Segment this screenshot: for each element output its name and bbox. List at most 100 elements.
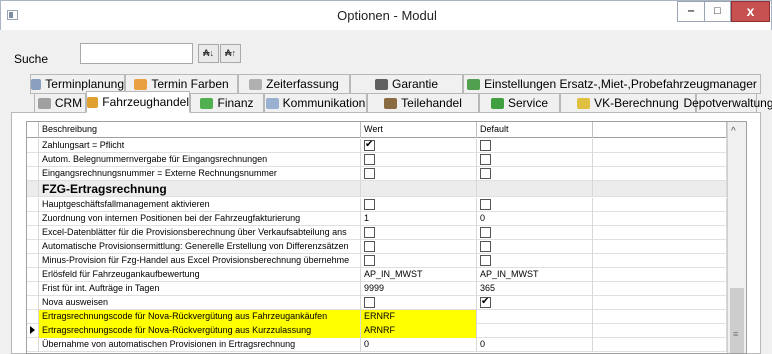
checkbox[interactable] — [480, 254, 491, 266]
tab-bottom-6[interactable]: VK-Berechnung — [560, 93, 696, 113]
table-row[interactable]: Autom. Belegnummernvergabe für Eingangsr… — [27, 153, 727, 167]
cell-value: 0 — [480, 339, 486, 349]
cell-wert[interactable] — [361, 198, 477, 212]
cell-default[interactable] — [477, 324, 593, 338]
cell-default[interactable]: AP_IN_MWST — [477, 268, 593, 282]
cell-wert[interactable] — [361, 181, 477, 197]
table-row[interactable]: Zahlungsart = Pflicht — [27, 139, 727, 153]
table-row[interactable]: Zuordnung von internen Positionen bei de… — [27, 212, 727, 226]
euro-icon — [577, 97, 591, 109]
search-input[interactable] — [80, 43, 193, 64]
table-row[interactable]: Ertragsrechnungscode für Nova-Rückvergüt… — [27, 310, 727, 324]
vertical-scrollbar[interactable]: ^ ≡ — [727, 122, 746, 353]
cell-beschreibung: Übernahme von automatischen Provisionen … — [39, 338, 361, 352]
minimize-button[interactable]: ‒ — [677, 1, 704, 22]
header-beschreibung[interactable]: Beschreibung — [39, 122, 361, 138]
header-extra[interactable] — [593, 122, 727, 138]
cell-wert[interactable]: 0 — [361, 338, 477, 352]
clock-icon — [249, 78, 263, 90]
tab-top-2[interactable]: Zeiterfassung — [238, 74, 350, 94]
tab-label: Teilehandel — [401, 96, 462, 110]
table-row[interactable]: Hauptgeschäftsfallmanagement aktivieren — [27, 198, 727, 212]
scroll-up-arrow-icon[interactable]: ^ — [731, 126, 736, 137]
cell-extra — [593, 167, 727, 181]
cell-default[interactable]: 0 — [477, 338, 593, 352]
row-indicator — [27, 254, 39, 268]
cell-wert[interactable]: 9999 — [361, 282, 477, 296]
checkbox[interactable] — [480, 153, 491, 165]
cell-wert[interactable] — [361, 240, 477, 254]
checkbox[interactable] — [480, 198, 491, 210]
search-label: Suche — [14, 52, 49, 66]
close-button[interactable]: x — [731, 1, 770, 22]
tab-bottom-0[interactable]: CRM — [34, 93, 86, 113]
checkbox[interactable] — [480, 139, 491, 151]
cell-default[interactable]: 365 — [477, 282, 593, 296]
cell-default[interactable] — [477, 153, 593, 167]
header-wert[interactable]: Wert — [361, 122, 477, 138]
row-indicator — [27, 240, 39, 254]
sort-ascending-button[interactable]: ₳↓ — [198, 44, 219, 63]
cell-wert[interactable] — [361, 153, 477, 167]
table-row[interactable]: Automatische Provisionsermittlung: Gener… — [27, 240, 727, 254]
cell-wert[interactable]: ARNRF — [361, 324, 477, 338]
cell-default[interactable] — [477, 198, 593, 212]
tab-bottom-1[interactable]: Fahrzeughandel — [86, 91, 190, 113]
checkbox[interactable] — [364, 153, 375, 165]
checkbox[interactable] — [364, 226, 375, 238]
tab-top-3[interactable]: Garantie — [350, 74, 463, 94]
table-row[interactable]: Nova ausweisen — [27, 296, 727, 310]
cell-wert[interactable] — [361, 226, 477, 240]
checkbox[interactable] — [364, 254, 375, 266]
cell-default[interactable] — [477, 240, 593, 254]
checkbox[interactable] — [480, 240, 491, 252]
table-row[interactable]: Excel-Datenblätter für die Provisionsber… — [27, 226, 727, 240]
checkbox[interactable] — [364, 296, 375, 308]
table-row[interactable]: Frist für int. Aufträge in Tagen 9999 365 — [27, 282, 727, 296]
table-row[interactable]: Ertragsrechnungscode für Nova-Rückvergüt… — [27, 324, 727, 338]
checkbox[interactable] — [480, 167, 491, 179]
cell-extra — [593, 282, 727, 296]
checkbox[interactable] — [480, 296, 491, 308]
cell-default[interactable] — [477, 139, 593, 153]
checkbox[interactable] — [364, 167, 375, 179]
cell-wert[interactable] — [361, 254, 477, 268]
cell-default[interactable]: 0 — [477, 212, 593, 226]
cell-value: 0 — [364, 339, 370, 349]
puzzle-icon — [467, 78, 481, 90]
section-row[interactable]: FZG-Ertragsrechnung — [27, 181, 727, 197]
sort-descending-button[interactable]: ₳↑ — [220, 44, 241, 63]
cell-default[interactable] — [477, 226, 593, 240]
cell-wert[interactable]: AP_IN_MWST — [361, 268, 477, 282]
tab-bottom-4[interactable]: Teilehandel — [367, 93, 479, 113]
scrollbar-thumb[interactable]: ≡ — [730, 288, 744, 353]
maximize-button[interactable]: □ — [704, 1, 731, 22]
cell-default[interactable] — [477, 167, 593, 181]
calendar-icon — [31, 78, 42, 90]
cell-wert[interactable] — [361, 296, 477, 310]
header-default[interactable]: Default — [477, 122, 593, 138]
tab-top-4[interactable]: Einstellungen Ersatz-,Miet-,Probefahrzeu… — [463, 74, 761, 94]
checkbox[interactable] — [364, 139, 375, 151]
tab-bottom-3[interactable]: Kommunikation — [264, 93, 367, 113]
table-row[interactable]: Minus-Provision für Fzg-Handel aus Excel… — [27, 254, 727, 268]
cell-default[interactable] — [477, 310, 593, 324]
cell-wert[interactable] — [361, 139, 477, 153]
cell-extra — [593, 296, 727, 310]
cell-wert[interactable] — [361, 167, 477, 181]
cell-default[interactable] — [477, 296, 593, 310]
tab-bottom-7[interactable]: Depotverwaltung — [683, 93, 772, 113]
cell-default[interactable] — [477, 254, 593, 268]
tab-bottom-5[interactable]: Service — [479, 93, 560, 113]
cell-beschreibung: Erlösfeld für Fahrzeugankaufbewertung — [39, 268, 361, 282]
cell-default[interactable] — [477, 181, 593, 197]
table-row[interactable]: Eingangsrechnungsnummer = Externe Rechnu… — [27, 167, 727, 181]
checkbox[interactable] — [480, 226, 491, 238]
table-row[interactable]: Übernahme von automatischen Provisionen … — [27, 338, 727, 352]
cell-wert[interactable]: ERNRF — [361, 310, 477, 324]
cell-wert[interactable]: 1 — [361, 212, 477, 226]
checkbox[interactable] — [364, 240, 375, 252]
table-row[interactable]: Erlösfeld für Fahrzeugankaufbewertung AP_… — [27, 268, 727, 282]
checkbox[interactable] — [364, 198, 375, 210]
tab-bottom-2[interactable]: Finanz — [190, 93, 264, 113]
